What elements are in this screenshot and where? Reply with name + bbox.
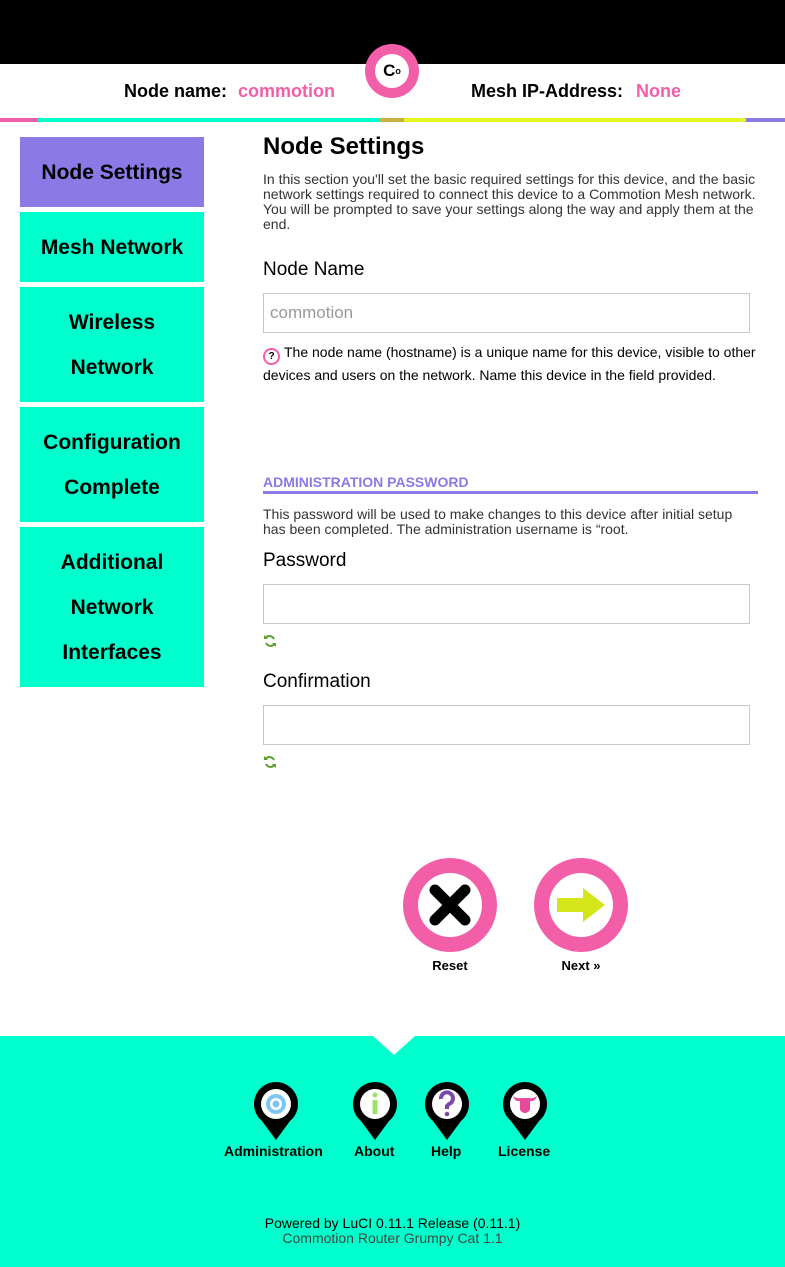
close-x-icon	[429, 884, 471, 926]
refresh-icon[interactable]	[263, 634, 277, 648]
footer-link-license[interactable]: License	[498, 1143, 550, 1159]
powered-by-text: Powered by LuCI 0.11.1 Release (0.11.1)	[264, 1215, 521, 1231]
sidebar-item-mesh-network[interactable]: Mesh Network	[20, 212, 204, 282]
bull-icon[interactable]	[501, 1080, 549, 1142]
commotion-logo[interactable]: Co	[365, 44, 419, 98]
node-name-label: Node name:	[124, 81, 228, 101]
stripe-purple	[746, 118, 785, 122]
node-name-field-label: Node Name	[263, 259, 365, 280]
mesh-ip-label: Mesh IP-Address:	[471, 81, 624, 101]
question-icon: ?	[263, 348, 280, 365]
next-label[interactable]: Next »	[534, 958, 628, 973]
sidebar-item-label: Mesh Network	[40, 235, 184, 259]
sidebar-item-label: Configuration Complete	[43, 430, 181, 499]
intro-text: In this section you'll set the basic req…	[263, 171, 756, 232]
info-icon[interactable]	[351, 1080, 399, 1142]
node-name-value: commotion	[238, 81, 335, 101]
logo-mark: Co	[375, 54, 409, 88]
node-name-help: ? The node name (hostname) is a unique na…	[263, 342, 758, 386]
stripe-teal	[38, 118, 380, 122]
sidebar-item-additional-interfaces[interactable]: Additional Network Interfaces	[20, 527, 204, 687]
reset-button-inner	[418, 873, 482, 937]
password-label: Password	[263, 550, 347, 571]
release-text: Commotion Router Grumpy Cat 1.1	[282, 1230, 503, 1246]
admin-password-heading: ADMINISTRATION PASSWORD	[263, 474, 758, 494]
page-title: Node Settings	[263, 133, 425, 160]
sidebar-item-configuration-complete[interactable]: Configuration Complete	[20, 407, 204, 522]
arrow-right-icon	[557, 888, 605, 922]
node-name-help-text: The node name (hostname) is a unique nam…	[263, 344, 756, 383]
admin-password-description: This password will be used to make chang…	[263, 506, 733, 537]
logo-letter: C	[383, 61, 396, 80]
footer-link-help[interactable]: Help	[431, 1143, 461, 1159]
sidebar-item-label: Additional Network Interfaces	[60, 550, 164, 664]
sidebar-item-label: Node Settings	[41, 160, 183, 184]
next-button-inner	[549, 873, 613, 937]
target-icon[interactable]	[252, 1080, 300, 1142]
stripe-lime	[404, 118, 746, 122]
stripe-gold	[380, 118, 404, 122]
footer-link-administration[interactable]: Administration	[224, 1143, 323, 1159]
reset-button[interactable]	[403, 858, 497, 952]
footer-link-about[interactable]: About	[354, 1143, 394, 1159]
sidebar-item-label: Wireless Network	[68, 310, 156, 379]
refresh-icon[interactable]	[263, 755, 277, 769]
mesh-ip-value: None	[636, 81, 681, 101]
stripe-pink	[0, 118, 38, 122]
node-name-input[interactable]	[263, 293, 750, 333]
reset-label[interactable]: Reset	[403, 958, 497, 973]
sidebar-item-node-settings[interactable]: Node Settings	[20, 137, 204, 207]
next-button[interactable]	[534, 858, 628, 952]
confirmation-input[interactable]	[263, 705, 750, 745]
question-icon[interactable]	[423, 1080, 471, 1142]
password-input[interactable]	[263, 584, 750, 624]
footer-notch	[373, 1036, 415, 1055]
sidebar-nav: Node Settings Mesh Network Wireless Netw…	[20, 137, 204, 692]
confirmation-label: Confirmation	[263, 671, 371, 692]
sidebar-item-wireless-network[interactable]: Wireless Network	[20, 287, 204, 402]
logo-sup: o	[395, 66, 401, 76]
